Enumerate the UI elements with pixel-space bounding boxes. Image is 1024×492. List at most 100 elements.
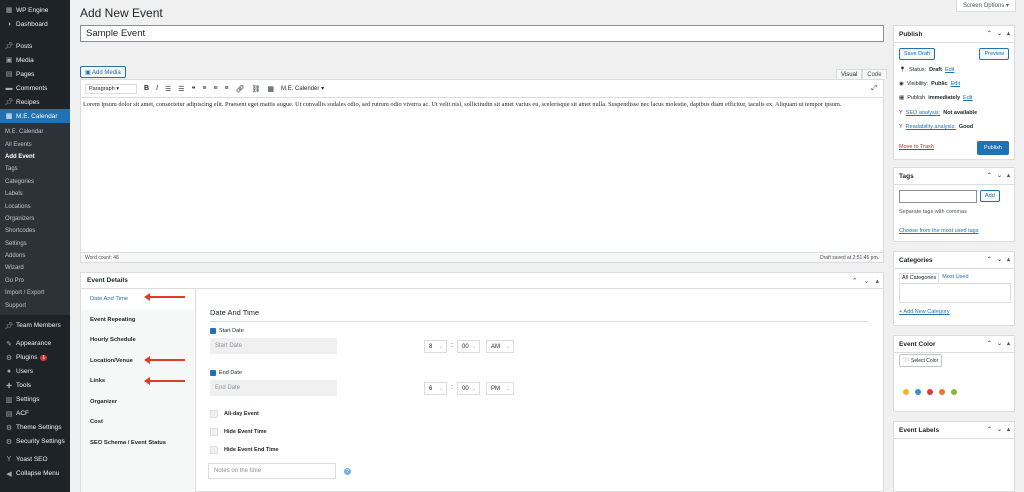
sidebar-item-tags[interactable]: Tags bbox=[0, 163, 70, 175]
sidebar-item-addons[interactable]: Addons bbox=[0, 250, 70, 262]
align-center-icon[interactable]: ≡ bbox=[213, 85, 217, 92]
sidebar-item-theme-settings[interactable]: ⚙ Theme Settings bbox=[0, 421, 70, 435]
tab-hourly-schedule[interactable]: Hourly Schedule bbox=[81, 330, 195, 351]
sidebar-item-all-events[interactable]: All Events bbox=[0, 138, 70, 150]
sidebar-item-shortcodes[interactable]: Shortcodes bbox=[0, 225, 70, 237]
sidebar-item-settings[interactable]: ▥ Settings bbox=[0, 393, 70, 407]
start-date-input[interactable]: Start Date bbox=[210, 338, 337, 354]
help-icon[interactable]: ? bbox=[344, 468, 351, 475]
start-hour-select[interactable]: 8 ⌄ bbox=[424, 340, 447, 353]
color-swatch[interactable] bbox=[939, 389, 945, 395]
toggle-icon[interactable]: ▴ bbox=[1007, 172, 1010, 179]
sidebar-item-support[interactable]: Support bbox=[0, 299, 70, 311]
chevron-up-icon[interactable]: ⌃ bbox=[987, 30, 992, 37]
toggle-icon[interactable]: ▴ bbox=[1007, 340, 1010, 347]
end-hour-select[interactable]: 6 ⌄ bbox=[424, 382, 447, 395]
hide-time-checkbox[interactable]: Hide Event Time bbox=[210, 428, 267, 436]
tab-seo-schema-event-status[interactable]: SEO Schema / Event Status bbox=[81, 433, 195, 454]
align-left-icon[interactable]: ≡ bbox=[202, 85, 206, 92]
sidebar-item-comments[interactable]: ▬ Comments bbox=[0, 81, 70, 95]
tab-event-repeating[interactable]: Event Repeating bbox=[81, 310, 195, 331]
sidebar-item-posts[interactable]: 📌︎ Posts bbox=[0, 39, 70, 53]
color-swatch[interactable] bbox=[951, 389, 957, 395]
italic-icon[interactable]: I bbox=[156, 85, 158, 92]
chevron-up-icon[interactable]: ⌃ bbox=[987, 256, 992, 263]
edit-publish-link[interactable]: Edit bbox=[963, 95, 972, 101]
post-title-input[interactable]: Sample Event bbox=[80, 25, 884, 42]
tab-most-used[interactable]: Most Used bbox=[939, 273, 971, 282]
screen-options-button[interactable]: Screen Options ▾ bbox=[955, 0, 1016, 12]
color-swatch[interactable] bbox=[903, 389, 909, 395]
toggle-icon[interactable]: ▴ bbox=[1007, 426, 1010, 433]
tab-all-categories[interactable]: All Categories bbox=[899, 273, 940, 282]
sidebar-item-team-members[interactable]: 📌︎ Team Members bbox=[0, 319, 70, 333]
sidebar-item-m-e-calendar[interactable]: ▦ M.E. Calendar bbox=[0, 109, 70, 123]
chevron-down-icon[interactable]: ⌄ bbox=[997, 30, 1002, 37]
select-color-button[interactable]: Select Color bbox=[899, 354, 943, 367]
chevron-down-icon[interactable]: ⌄ bbox=[997, 256, 1002, 263]
sidebar-item-go-pro[interactable]: Go Pro bbox=[0, 275, 70, 287]
toggle-icon[interactable]: ▴ bbox=[875, 277, 879, 285]
chevron-up-icon[interactable]: ⌃ bbox=[852, 277, 858, 285]
link-icon[interactable]: 🔗︎ bbox=[236, 85, 245, 93]
color-swatch[interactable] bbox=[927, 389, 933, 395]
publish-button[interactable]: Publish bbox=[976, 141, 1009, 155]
quote-icon[interactable]: ❝ bbox=[192, 85, 196, 93]
sidebar-item-locations[interactable]: Locations bbox=[0, 200, 70, 212]
readability-link[interactable]: Readability analysis: bbox=[906, 124, 956, 130]
sidebar-item-yoast-seo[interactable]: Y Yoast SEO bbox=[0, 453, 70, 467]
bullet-list-icon[interactable]: ☰ bbox=[165, 85, 171, 93]
sidebar-item-recipes[interactable]: 📌︎ Recipes bbox=[0, 95, 70, 109]
sidebar-item-appearance[interactable]: ✎ Appearance bbox=[0, 337, 70, 351]
sidebar-item-add-event[interactable]: Add Event bbox=[0, 151, 70, 163]
sidebar-item-collapse-menu[interactable]: ◀ Collapse Menu bbox=[0, 467, 70, 481]
tab-code[interactable]: Code bbox=[862, 69, 887, 79]
editor-content[interactable]: Lorem ipsum dolor sit amet, consectetur … bbox=[81, 98, 883, 113]
chevron-up-icon[interactable]: ⌃ bbox=[987, 426, 992, 433]
sidebar-item-dashboard[interactable]: ◑ Dashboard bbox=[0, 17, 70, 31]
add-new-category-link[interactable]: + Add New Category bbox=[899, 309, 950, 315]
sidebar-item-wp-engine[interactable]: ▦ WP Engine bbox=[0, 3, 70, 17]
unlink-icon[interactable]: ⛓︎ bbox=[252, 85, 261, 93]
sidebar-item-organizers[interactable]: Organizers bbox=[0, 213, 70, 225]
tab-date-and-time[interactable]: Date And Time bbox=[81, 289, 195, 310]
chevron-down-icon[interactable]: ⌄ bbox=[997, 340, 1002, 347]
end-minute-select[interactable]: 00 ⌄ bbox=[457, 382, 480, 395]
toggle-icon[interactable]: ▴ bbox=[1007, 256, 1010, 263]
sidebar-item-plugins[interactable]: ⚙ Plugins 1 bbox=[0, 351, 70, 365]
hide-end-checkbox[interactable]: Hide Event End Time bbox=[210, 446, 279, 454]
bold-icon[interactable]: B bbox=[144, 85, 149, 92]
sidebar-item-security-settings[interactable]: ⚙ Security Settings bbox=[0, 435, 70, 449]
content-editor[interactable]: Paragraph ▾ B I ☰ ☰ ❝ ≡ ≡ ≡ 🔗︎ ⛓︎ ▦ M.E.… bbox=[80, 79, 884, 263]
number-list-icon[interactable]: ☰ bbox=[178, 85, 184, 93]
mec-shortcode-select[interactable]: M.E. Calender ▾ bbox=[281, 85, 324, 92]
tab-organizer[interactable]: Organizer bbox=[81, 392, 195, 413]
choose-tags-link[interactable]: Choose from the most used tags bbox=[899, 228, 978, 234]
chevron-up-icon[interactable]: ⌃ bbox=[987, 340, 992, 347]
tab-cost[interactable]: Cost bbox=[81, 412, 195, 433]
sidebar-item-categories[interactable]: Categories bbox=[0, 176, 70, 188]
categories-list[interactable] bbox=[899, 283, 1011, 303]
sidebar-item-wizard[interactable]: Wizard bbox=[0, 262, 70, 274]
sidebar-item-media[interactable]: ▣ Media bbox=[0, 53, 70, 67]
allday-checkbox[interactable]: All-day Event bbox=[210, 410, 259, 418]
sidebar-item-m-e-calendar[interactable]: M.E. Calendar bbox=[0, 126, 70, 138]
seo-analysis-link[interactable]: SEO analysis: bbox=[906, 110, 941, 116]
color-swatch[interactable] bbox=[915, 389, 921, 395]
format-select[interactable]: Paragraph ▾ bbox=[85, 83, 137, 94]
align-right-icon[interactable]: ≡ bbox=[225, 85, 229, 92]
notes-input[interactable]: Notes on the time bbox=[208, 463, 336, 479]
start-ampm-select[interactable]: AM ⌄ bbox=[486, 340, 514, 353]
sidebar-item-import-export[interactable]: Import / Export bbox=[0, 287, 70, 299]
sidebar-item-acf[interactable]: ▤ ACF bbox=[0, 407, 70, 421]
toggle-icon[interactable]: ▴ bbox=[1007, 30, 1010, 37]
add-media-button[interactable]: ▣ Add Media bbox=[80, 66, 126, 78]
tags-input[interactable] bbox=[899, 190, 977, 203]
edit-visibility-link[interactable]: Edit bbox=[951, 81, 960, 87]
sidebar-item-pages[interactable]: ▤ Pages bbox=[0, 67, 70, 81]
sidebar-item-users[interactable]: ● Users bbox=[0, 365, 70, 379]
end-date-input[interactable]: End Date bbox=[210, 380, 337, 396]
preview-button[interactable]: Preview bbox=[979, 48, 1009, 60]
sidebar-item-tools[interactable]: ✚ Tools bbox=[0, 379, 70, 393]
add-tag-button[interactable]: Add bbox=[980, 190, 1000, 202]
